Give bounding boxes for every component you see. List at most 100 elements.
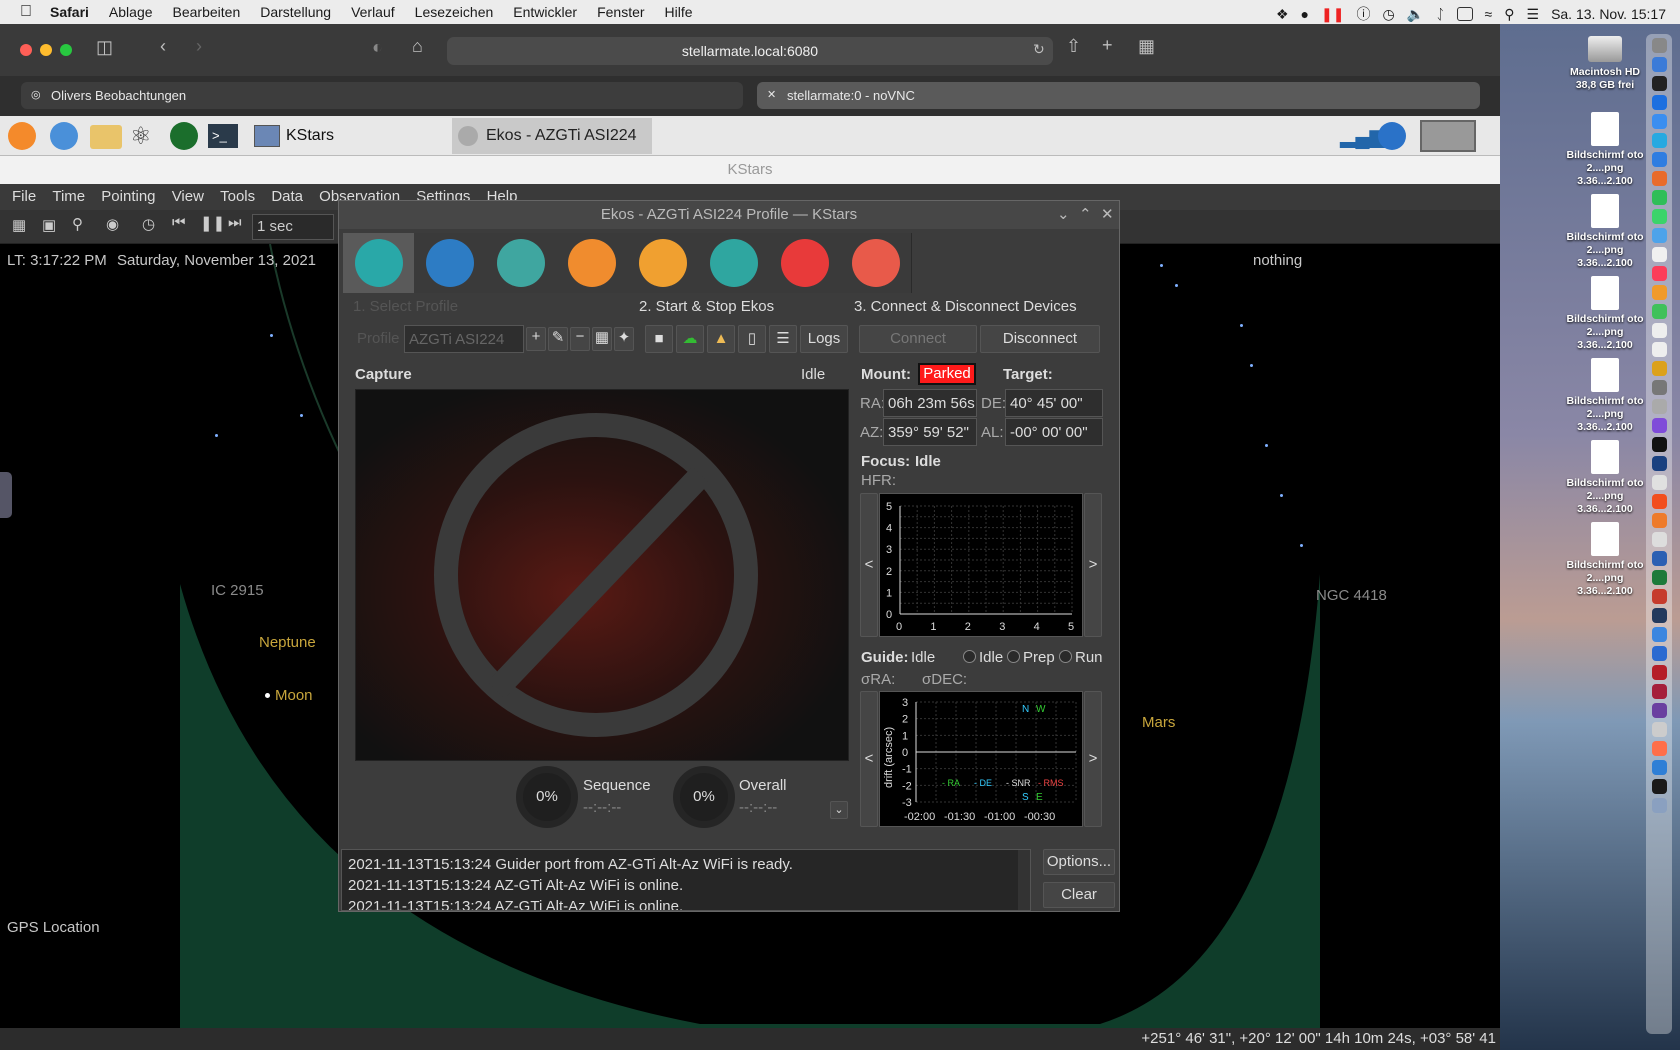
app-icon[interactable] [1651,114,1667,129]
guide-prev-button[interactable]: < [860,691,878,827]
tab-align[interactable] [698,233,770,293]
app-icon[interactable] [1651,570,1667,585]
tab-setup[interactable] [343,233,415,293]
privacy-shield-icon[interactable]: ◐ [372,37,383,58]
app-icon[interactable] [1651,437,1667,452]
time-step-spinbox[interactable]: 1 sec [252,214,334,240]
browser-icon[interactable] [50,122,78,150]
wizard-icon[interactable]: ✦ [614,327,634,351]
app-icon[interactable] [1651,722,1667,737]
app-icon[interactable] [1651,627,1667,642]
remove-profile-icon[interactable]: − [570,327,590,351]
share-icon[interactable]: ⇧ [1066,36,1081,57]
telescope-icon[interactable]: ⚛ [130,122,152,151]
address-bar[interactable]: stellarmate.local:6080 [447,37,1053,65]
menu-data[interactable]: Data [271,188,303,205]
task-ekos[interactable]: Ekos - AZGTi ASI224 ... [452,118,652,180]
status-icon[interactable]: ● [1301,6,1309,22]
desktop-file[interactable]: Bildschirmf oto 2....png 3.36...2.100 [1555,358,1655,434]
select-region-icon[interactable]: ▦ [12,216,26,234]
menu-entwickler[interactable]: Entwickler [513,4,577,20]
wifi-icon[interactable]: ≈ [1485,6,1493,22]
bluetooth-icon[interactable]: ᛇ [1436,6,1444,22]
app-icon[interactable] [1651,266,1667,281]
app-icon[interactable] [1651,494,1667,509]
desktop-file[interactable]: Bildschirmf oto 2....png 3.36...2.100 [1555,276,1655,352]
indi-control-icon[interactable]: ☁ [676,325,704,353]
step-back-icon[interactable]: ⏮ [172,214,186,231]
scripts-icon[interactable]: ▦ [592,327,612,351]
new-tab-icon[interactable]: + [1102,35,1113,56]
forward-icon[interactable]: › [196,36,202,57]
apple-icon[interactable]:  [20,3,32,21]
phd-icon[interactable] [170,122,198,150]
logs-button[interactable]: Logs [800,325,848,353]
log-panel[interactable]: 2021-11-13T15:13:24 Guider port from AZ-… [341,849,1031,911]
tab-observatory[interactable] [840,233,912,293]
app-icon[interactable] [1651,608,1667,623]
focus-prev-button[interactable]: < [860,493,878,637]
desktop-file[interactable]: Bildschirmf oto 2....png 3.36...2.100 [1555,194,1655,270]
app-icon[interactable] [1651,456,1667,471]
battery-icon[interactable] [1456,7,1473,21]
label-moon[interactable]: Moon [275,687,313,704]
focus-next-button[interactable]: > [1084,493,1102,637]
finder-icon[interactable] [1651,38,1667,53]
app-icon[interactable] [1651,741,1667,756]
connect-button[interactable]: Connect [859,325,977,353]
app-icon[interactable] [1651,513,1667,528]
app-icon[interactable] [1651,475,1667,490]
dropbox-icon[interactable]: ❖ [1276,6,1289,23]
menu-verlauf[interactable]: Verlauf [351,4,395,20]
task-kstars[interactable]: KStars [250,119,450,153]
tab-scheduler[interactable] [414,233,486,293]
app-icon[interactable] [1651,589,1667,604]
desktop-file[interactable]: Bildschirmf oto 2....png 3.36...2.100 [1555,522,1655,598]
app-icon[interactable] [1651,684,1667,699]
tab-focus[interactable] [627,233,699,293]
menu-ablage[interactable]: Ablage [109,4,153,20]
menu-lesezeichen[interactable]: Lesezeichen [415,4,494,20]
app-icon[interactable] [1651,665,1667,680]
app-icon[interactable] [1651,342,1667,357]
app-icon[interactable] [1651,779,1667,794]
desktop-pager[interactable] [1420,120,1476,152]
control-center-icon[interactable]: ☰ [1527,6,1540,23]
app-icon[interactable] [1651,133,1667,148]
minimize-icon[interactable]: ⌄ [1057,201,1070,229]
guide-next-button[interactable]: > [1084,691,1102,827]
device-icon[interactable]: ▯ [738,325,766,353]
pause-icon[interactable]: ❚❚ [200,214,225,232]
step-forward-icon[interactable]: ⏭ [228,214,242,231]
label-ngc4418[interactable]: NGC 4418 [1316,587,1387,604]
maximize-icon[interactable]: ⌃ [1079,201,1092,229]
tab-analyze[interactable] [485,233,557,293]
tab-olivers-beobachtungen[interactable]: ◎ Olivers Beobachtungen [21,82,743,109]
app-icon[interactable] [1651,532,1667,547]
globe-icon[interactable]: ◉ [106,215,119,233]
back-icon[interactable]: ‹ [160,36,166,57]
menu-app-name[interactable]: Safari [50,4,89,20]
tab-capture[interactable] [556,233,628,293]
clear-button[interactable]: Clear [1043,882,1115,908]
reload-icon[interactable]: ↻ [1033,41,1045,58]
raspberry-menu-icon[interactable] [8,122,36,150]
sidebar-toggle-icon[interactable]: ◫ [96,37,113,58]
close-icon[interactable]: ✕ [1101,201,1114,229]
moon-marker[interactable] [265,693,270,698]
menu-darstellung[interactable]: Darstellung [260,4,331,20]
app-icon[interactable] [1651,380,1667,395]
menubar-clock[interactable]: Sa. 13. Nov. 15:17 [1551,6,1666,22]
bluetooth-icon[interactable] [1378,122,1406,150]
radio-idle[interactable]: Idle [963,649,1003,666]
app-icon[interactable] [1651,247,1667,262]
tab-novnc[interactable]: ✕ stellarmate:0 - noVNC [757,82,1480,109]
label-neptune[interactable]: Neptune [259,634,316,651]
app-icon[interactable] [1651,152,1667,167]
desktop-file[interactable]: Bildschirmf oto 2....png 3.36...2.100 [1555,112,1655,188]
minimize-window-button[interactable] [40,44,52,56]
tab-guide[interactable] [769,233,841,293]
edit-profile-icon[interactable]: ✎ [548,327,568,351]
close-tab-icon[interactable]: ✕ [767,82,776,109]
app-icon[interactable] [1651,209,1667,224]
